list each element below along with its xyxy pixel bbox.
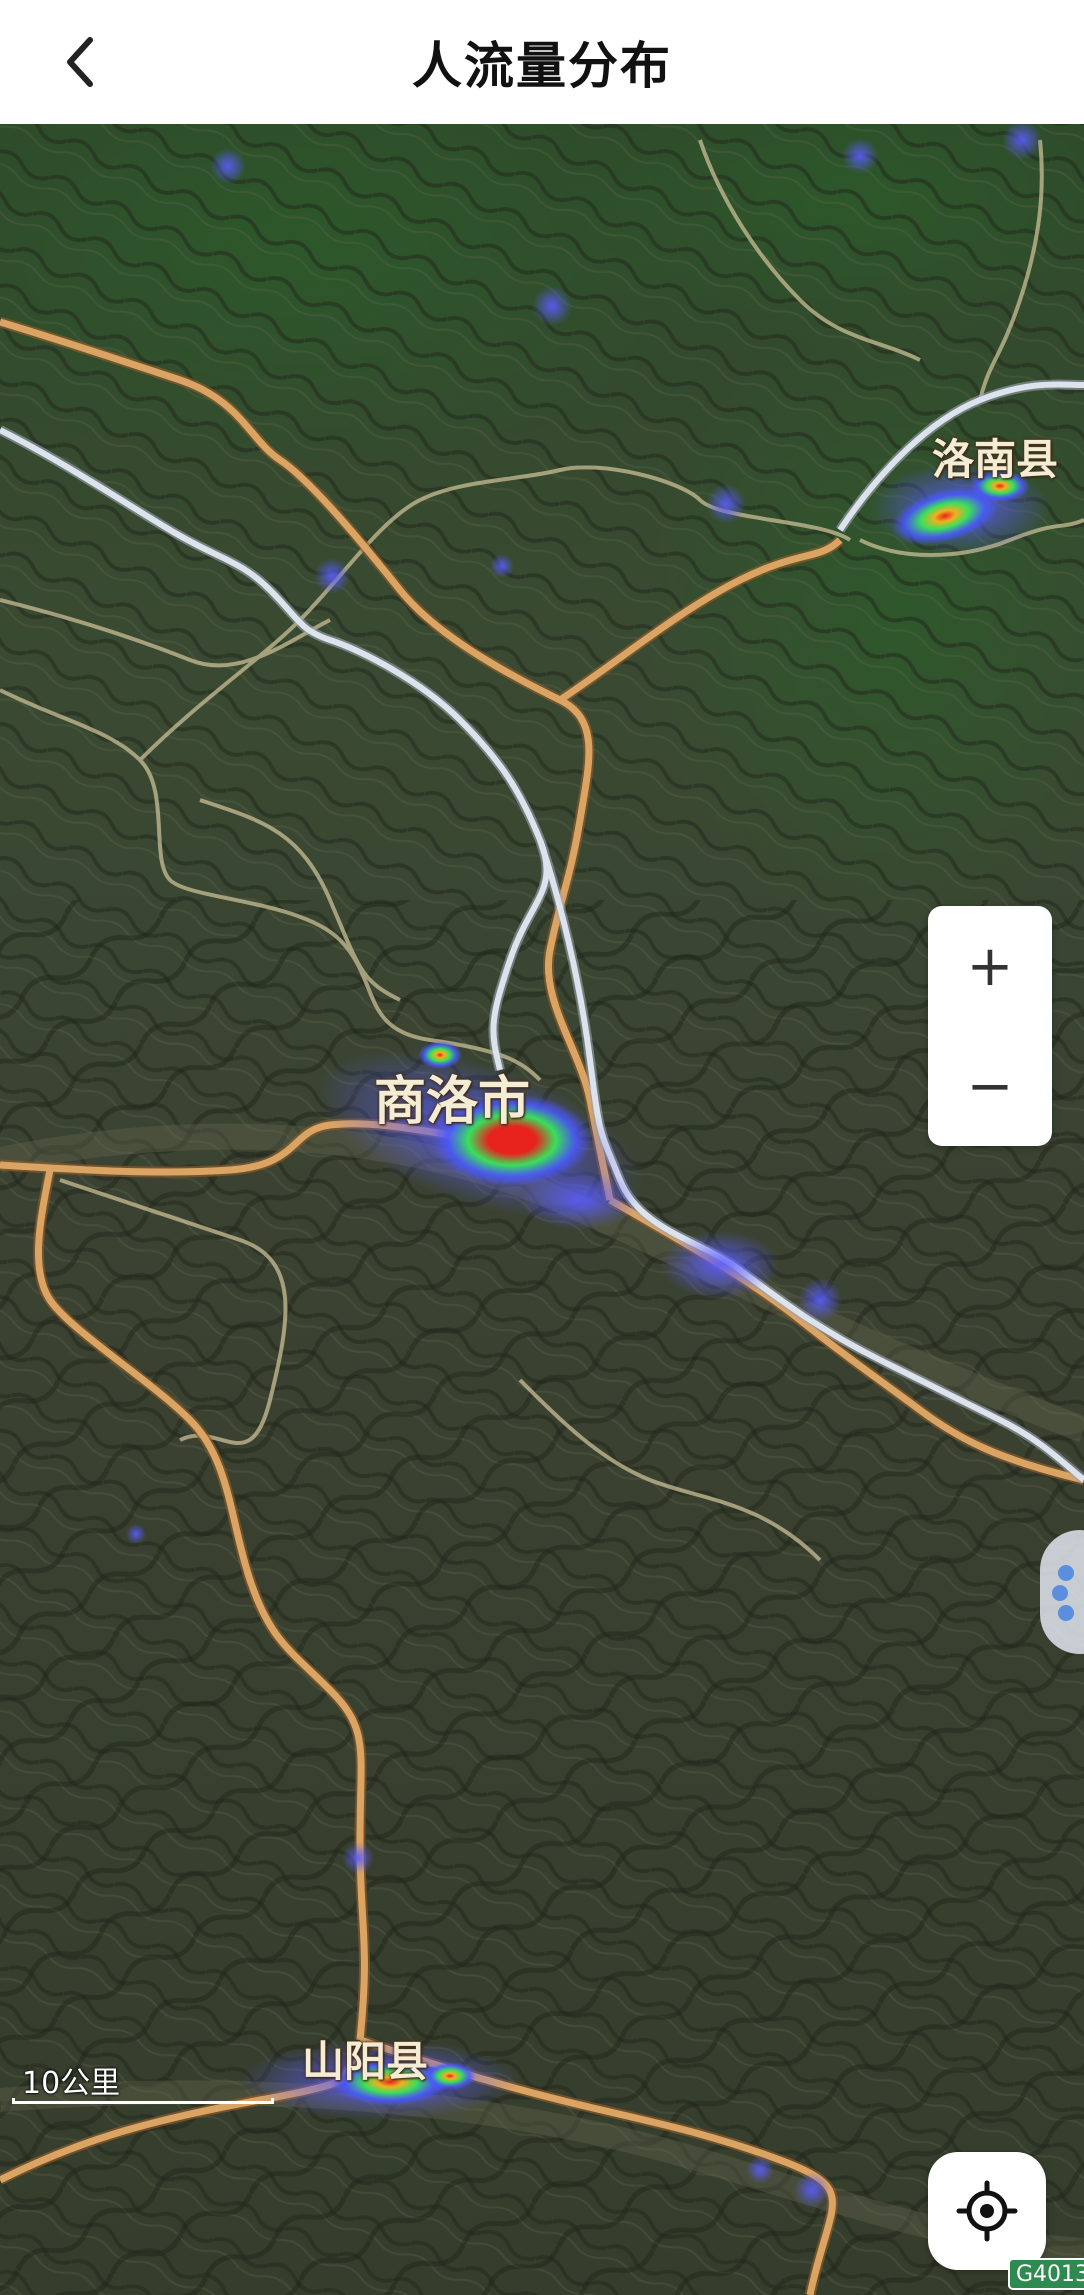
city-label-shangluo: 商洛市 (374, 1072, 531, 1132)
side-panel-handle[interactable] (1040, 1530, 1084, 1654)
city-label-shanyang: 山阳县 (302, 2037, 429, 2086)
map-scale: 10公里 (12, 2058, 274, 2108)
scale-bar (12, 2098, 274, 2104)
crosshair-locate-icon (956, 2180, 1018, 2242)
scale-label: 10公里 (22, 2066, 121, 2101)
map-view[interactable]: 洛南县 商洛市 山阳县 (0, 124, 1084, 2295)
locate-button[interactable] (928, 2152, 1046, 2270)
page-title: 人流量分布 (412, 37, 672, 95)
city-label-luonan: 洛南县 (932, 435, 1059, 484)
zoom-in-button[interactable]: + (928, 906, 1052, 1026)
road-shield: G4013 (1008, 2258, 1084, 2290)
satellite-map (0, 124, 1084, 2295)
paw-icon (1052, 1565, 1074, 1621)
app-header: 人流量分布 (0, 0, 1084, 124)
zoom-out-button[interactable]: − (928, 1026, 1052, 1146)
zoom-control: + − (928, 906, 1052, 1146)
